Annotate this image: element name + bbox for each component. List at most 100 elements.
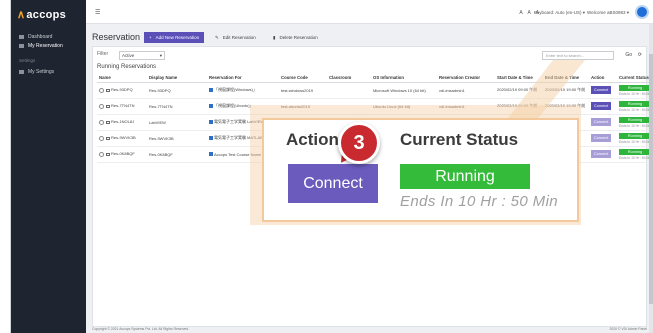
column-header: Display Name xyxy=(147,74,207,83)
ends-in-text: Ends In 10 Hr : 50 Min xyxy=(619,155,652,160)
ends-in-text: Ends In 10 Hr : 50 Min xyxy=(619,107,652,112)
desktop-icon xyxy=(106,104,110,108)
course-icon xyxy=(209,87,213,92)
page-title: Reservation xyxy=(92,32,141,42)
status-cell: Running Ends In 10 Hr : 50 Min xyxy=(617,98,653,115)
connect-button[interactable]: Connect xyxy=(591,102,612,110)
edit-icon: ✎ xyxy=(215,35,219,40)
sidebar-item-my-settings[interactable]: My Settings xyxy=(19,69,54,75)
callout-action-header: Action xyxy=(286,130,339,149)
status-cell: Running Ends In 10 Hr : 50 Min xyxy=(617,130,653,147)
course-icon xyxy=(209,119,213,124)
sidebar: ∧accops Dashboard My Reservation Setting… xyxy=(11,0,86,333)
action-cell: Connect xyxy=(589,114,617,131)
name-cell[interactable]: Res-93DPQ xyxy=(97,82,147,99)
top-bar: ☰ A A A Keyboard: Auto (en-US) ▾ Welcome… xyxy=(86,0,653,24)
status-badge: Running xyxy=(400,164,530,189)
status-badge: Running xyxy=(619,116,651,123)
desktop-icon xyxy=(106,136,110,140)
display-name-cell: Res-7TN4TN xyxy=(147,98,207,115)
column-header: Action xyxy=(589,74,617,83)
course-code-cell: test-windows2019 xyxy=(279,82,327,99)
status-badge: Running xyxy=(619,132,651,139)
refresh-icon[interactable]: ⟳ xyxy=(638,52,642,58)
sidebar-item-my-reservation[interactable]: My Reservation xyxy=(19,43,63,49)
cell-text: Res-93DPQ xyxy=(111,87,133,93)
sidebar-item-label: Dashboard xyxy=(28,34,53,40)
copyright-text: Copyright © 2021 Accops Systems Pvt. Ltd… xyxy=(92,327,190,331)
step-number-badge: 3 xyxy=(338,122,380,164)
connect-button[interactable]: Connect xyxy=(591,118,612,126)
sidebar-item-label: My Settings xyxy=(28,69,55,75)
zoom-callout: Action Current Status Connect Running En… xyxy=(262,118,579,222)
status-badge: Running xyxy=(619,148,651,155)
go-button[interactable]: Go xyxy=(625,52,632,58)
filter-select[interactable]: Active ▾ xyxy=(119,51,165,60)
page-footer: Copyright © 2021 Accops Systems Pvt. Ltd… xyxy=(86,325,653,333)
accops-logo: ∧accops xyxy=(17,9,67,21)
reservation-icon xyxy=(19,43,24,48)
row-radio[interactable] xyxy=(99,151,104,157)
cell-text: Res-7TN4TN xyxy=(111,103,135,109)
delete-reservation-button[interactable]: ▮ Delete Reservation xyxy=(268,32,323,43)
column-header: Classroom xyxy=(327,74,371,83)
column-header: Course Code xyxy=(279,74,327,83)
dashboard-icon xyxy=(19,34,24,39)
name-cell[interactable]: Res-0K8BQF xyxy=(97,146,147,163)
footer-right-text: 2020 © VDI Admin Panel xyxy=(609,327,647,331)
trash-icon: ▮ xyxy=(273,35,276,40)
desktop-icon xyxy=(106,120,110,124)
display-name-cell: Res-93DPQ xyxy=(147,82,207,99)
connect-button[interactable]: Connect xyxy=(591,134,612,142)
name-cell[interactable]: Res-7TN4TN xyxy=(97,98,147,115)
course-icon xyxy=(209,152,213,157)
cell-text: Res-0K8BQF xyxy=(111,151,135,157)
row-radio[interactable] xyxy=(99,87,104,93)
display-name-cell: LabVIEW xyxy=(147,114,207,131)
name-cell[interactable]: Res-1NOL8J xyxy=(97,114,147,131)
status-badge: Running xyxy=(619,100,651,107)
page-scrollbar[interactable] xyxy=(649,24,653,333)
button-label: Edit Reservation xyxy=(222,35,256,40)
connect-button[interactable]: Connect xyxy=(591,150,612,158)
avatar[interactable] xyxy=(635,5,649,19)
add-reservation-button[interactable]: + Add New Reservation xyxy=(144,32,205,43)
status-cell: Running Ends In 10 Hr : 50 Min xyxy=(617,146,653,163)
user-menu[interactable]: Welcome aBS0983 ▾ xyxy=(587,10,629,16)
menu-toggle-icon[interactable]: ☰ xyxy=(95,9,100,16)
scrollbar-thumb[interactable] xyxy=(649,54,653,304)
connect-button[interactable]: Connect xyxy=(591,86,612,94)
callout-status-header: Current Status xyxy=(400,130,519,149)
chevron-down-icon: ▾ xyxy=(159,53,162,58)
desktop-icon xyxy=(106,152,110,156)
column-header: Name xyxy=(97,74,147,83)
search-input[interactable]: Enter text to search... xyxy=(542,51,614,60)
edit-reservation-button[interactable]: ✎ Edit Reservation xyxy=(210,32,261,43)
connect-button[interactable]: Connect xyxy=(288,164,378,203)
display-name-cell: Res-0K8BQF xyxy=(147,146,207,163)
column-header: Current Status xyxy=(617,74,653,83)
action-cell: Connect xyxy=(589,146,617,163)
cell-text: 「視窗課程(Ubuntu)」 xyxy=(214,103,254,108)
course-icon xyxy=(209,135,213,140)
row-radio[interactable] xyxy=(99,119,104,125)
column-header: OS Information xyxy=(371,74,437,83)
ends-in-text: Ends In 10 Hr : 50 Min xyxy=(400,193,559,210)
creator-cell: vdi-imsadmin1 xyxy=(437,82,495,99)
desktop-icon xyxy=(106,88,110,92)
sidebar-item-label: My Reservation xyxy=(28,43,63,49)
button-label: Delete Reservation xyxy=(279,35,318,40)
row-radio[interactable] xyxy=(99,103,104,109)
action-cell: Connect xyxy=(589,98,617,115)
sidebar-item-dashboard[interactable]: Dashboard xyxy=(19,34,52,40)
status-badge: Running xyxy=(619,84,651,91)
display-name-cell: Res-9WVK3B xyxy=(147,130,207,147)
button-label: Add New Reservation xyxy=(155,35,200,40)
row-radio[interactable] xyxy=(99,135,104,141)
page-header: Reservation + Add New Reservation ✎ Edit R… xyxy=(92,30,647,46)
filter-value: Active xyxy=(122,53,135,58)
name-cell[interactable]: Res-9WVK3B xyxy=(97,130,147,147)
course-icon xyxy=(209,103,213,108)
action-cell: Connect xyxy=(589,82,617,99)
keyboard-selector[interactable]: Keyboard: Auto (en-US) ▾ xyxy=(534,10,585,16)
